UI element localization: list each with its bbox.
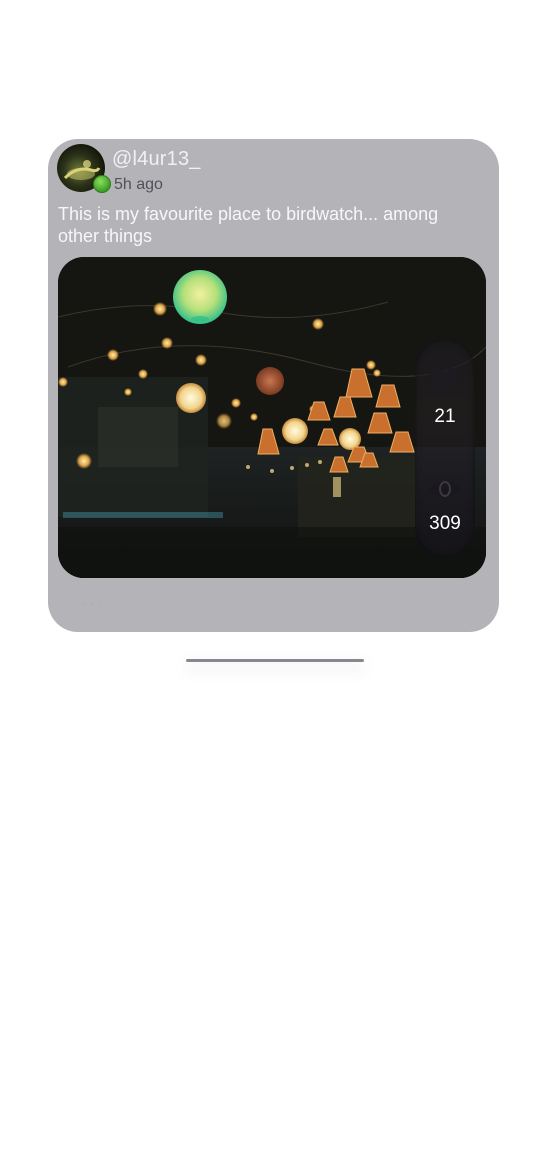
home-indicator[interactable] xyxy=(186,659,364,662)
stats-panel: 21 309 xyxy=(415,339,475,557)
online-status-indicator xyxy=(93,175,111,193)
username[interactable]: @l4ur13_ xyxy=(112,148,201,171)
more-options-button[interactable]: ··· xyxy=(81,594,107,610)
post-timestamp: 5h ago xyxy=(114,176,163,193)
views-count: 309 xyxy=(429,513,461,534)
post-photo[interactable]: 21 309 xyxy=(58,257,486,578)
eye-icon[interactable] xyxy=(427,476,463,502)
post-caption: This is my favourite place to birdwatch.… xyxy=(58,204,439,246)
post-card[interactable]: @l4ur13_ 5h ago This is my favourite pla… xyxy=(48,139,499,632)
heart-icon[interactable] xyxy=(429,367,461,397)
page: @l4ur13_ 5h ago This is my favourite pla… xyxy=(0,0,550,1150)
likes-count: 21 xyxy=(434,406,456,427)
